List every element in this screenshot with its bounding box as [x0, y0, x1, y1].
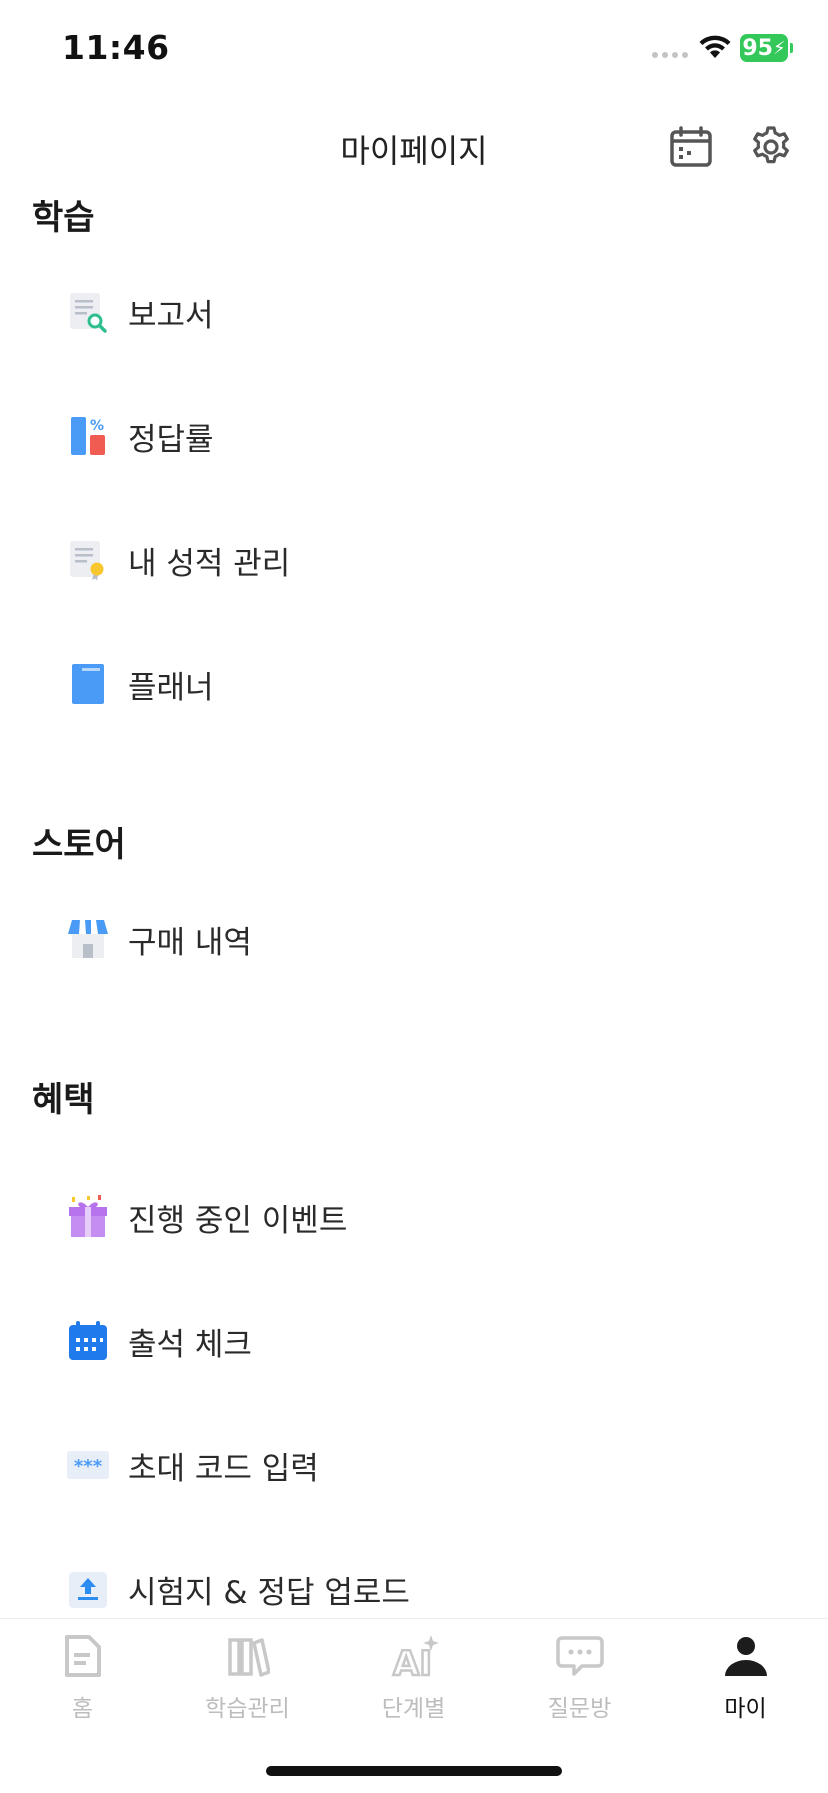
upload-icon — [66, 1567, 110, 1611]
tab-label-question-room: 질문방 — [547, 1696, 612, 1722]
menu-label-upload: 시험지 & 정답 업로드 — [128, 1574, 410, 1611]
person-icon — [721, 1631, 771, 1681]
menu-label-events: 진행 중인 이벤트 — [128, 1202, 348, 1239]
mypage-content[interactable]: 학습 보고서 % 정답률 내 성적 관리 플래너 스토어 구매 내역 혜택 진행… — [0, 190, 828, 1618]
tab-home[interactable]: 홈 — [0, 1631, 165, 1741]
attendance-calendar-icon — [66, 1319, 110, 1363]
report-search-icon — [66, 290, 110, 334]
menu-item-report[interactable]: 보고서 — [0, 267, 828, 357]
svg-text:%: % — [90, 418, 104, 434]
grade-certificate-icon — [66, 538, 110, 582]
tab-label-my: 마이 — [724, 1696, 767, 1722]
gift-icon — [66, 1195, 110, 1239]
svg-text:***: *** — [74, 1456, 103, 1477]
menu-item-accuracy[interactable]: % 정답률 — [0, 391, 828, 481]
tab-label-study-management: 학습관리 — [205, 1696, 290, 1722]
tab-label-home: 홈 — [71, 1696, 94, 1722]
battery-icon: 95 ⚡ — [740, 34, 788, 62]
wifi-icon — [698, 34, 732, 64]
section-title-benefits: 혜택 — [32, 1080, 95, 1120]
menu-item-grades[interactable]: 내 성적 관리 — [0, 515, 828, 605]
calendar-icon — [670, 126, 712, 167]
menu-item-purchase-history[interactable]: 구매 내역 — [0, 894, 828, 984]
svg-text:AI: AI — [393, 1644, 432, 1679]
menu-label-report: 보고서 — [128, 297, 214, 334]
menu-label-purchase-history: 구매 내역 — [128, 924, 252, 961]
menu-item-planner[interactable]: 플래너 — [0, 639, 828, 729]
settings-button[interactable] — [748, 124, 794, 170]
menu-item-attendance[interactable]: 출석 체크 — [0, 1296, 828, 1386]
battery-tip — [790, 43, 793, 53]
password-code-icon: *** — [66, 1443, 110, 1487]
menu-label-planner: 플래너 — [128, 669, 214, 706]
books-icon — [223, 1631, 273, 1681]
tab-question-room[interactable]: 질문방 — [497, 1631, 662, 1741]
menu-item-upload[interactable]: 시험지 & 정답 업로드 — [0, 1544, 828, 1618]
menu-label-attendance: 출석 체크 — [128, 1326, 252, 1363]
planner-book-icon — [66, 662, 110, 706]
ai-sparkle-icon: AI — [389, 1631, 439, 1681]
menu-label-accuracy: 정답률 — [128, 421, 214, 458]
menu-item-events[interactable]: 진행 중인 이벤트 — [0, 1172, 828, 1262]
status-time: 11:46 — [62, 28, 170, 67]
home-indicator — [266, 1766, 562, 1776]
tab-my[interactable]: 마이 — [663, 1631, 828, 1741]
status-bar: 11:46 95 ⚡ — [0, 0, 828, 100]
calendar-button[interactable] — [668, 124, 714, 170]
tab-step[interactable]: AI 단계별 — [331, 1631, 496, 1741]
menu-label-invite-code: 초대 코드 입력 — [128, 1450, 319, 1487]
section-title-study: 학습 — [32, 198, 95, 238]
cellular-signal-icon — [652, 52, 688, 58]
tab-study-management[interactable]: 학습관리 — [165, 1631, 330, 1741]
store-icon — [66, 917, 110, 961]
menu-label-grades: 내 성적 관리 — [128, 545, 291, 582]
chat-bubble-icon — [555, 1631, 605, 1681]
section-title-store: 스토어 — [32, 825, 126, 865]
menu-item-invite-code[interactable]: *** 초대 코드 입력 — [0, 1420, 828, 1510]
accuracy-chart-icon: % — [66, 414, 110, 458]
page-header: 마이페이지 — [0, 100, 828, 190]
battery-level: 95 — [742, 35, 773, 61]
gear-icon — [753, 126, 789, 164]
home-document-icon — [58, 1631, 108, 1681]
tab-label-step: 단계별 — [381, 1696, 446, 1722]
